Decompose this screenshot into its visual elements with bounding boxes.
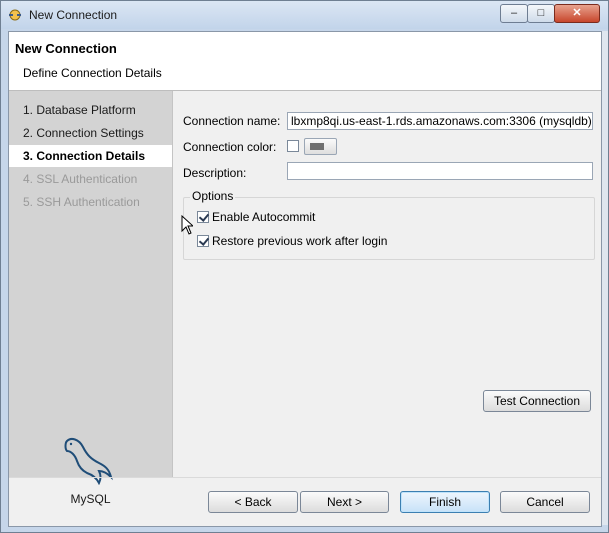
window-title: New Connection <box>29 8 118 22</box>
connection-color-picker[interactable] <box>304 138 337 155</box>
connection-name-label: Connection name: <box>183 114 281 128</box>
minimize-button[interactable]: – <box>500 4 528 23</box>
connection-name-input[interactable]: lbxmp8qi.us-east-1.rds.amazonaws.com:330… <box>287 112 593 130</box>
footer-divider <box>9 477 601 478</box>
page-subtitle: Define Connection Details <box>23 66 162 80</box>
window-scrollbar[interactable] <box>602 31 608 525</box>
step-database-platform[interactable]: 1. Database Platform <box>9 99 172 121</box>
enable-autocommit-label[interactable]: Enable Autocommit <box>212 210 315 224</box>
color-swatch-icon <box>310 143 324 150</box>
dialog-body: New Connection Define Connection Details… <box>8 31 602 527</box>
close-icon: ✕ <box>572 7 582 19</box>
maximize-icon: □ <box>537 7 545 19</box>
connection-details-form: Connection name: lbxmp8qi.us-east-1.rds.… <box>173 91 601 477</box>
connection-color-checkbox[interactable] <box>287 140 299 152</box>
close-button[interactable]: ✕ <box>554 4 600 23</box>
platform-label: MySQL <box>70 492 111 506</box>
options-label: Options <box>190 189 236 203</box>
test-connection-button[interactable]: Test Connection <box>483 390 591 412</box>
title-bar[interactable]: New Connection – □ ✕ <box>1 1 608 29</box>
options-group <box>183 197 595 260</box>
description-input[interactable] <box>287 162 593 180</box>
page-title: New Connection <box>15 41 117 56</box>
back-button[interactable]: < Back <box>208 491 298 513</box>
next-button[interactable]: Next > <box>300 491 389 513</box>
step-connection-settings[interactable]: 2. Connection Settings <box>9 122 172 144</box>
connection-color-label: Connection color: <box>183 140 277 154</box>
restore-work-label[interactable]: Restore previous work after login <box>212 234 387 248</box>
connection-wizard-icon <box>9 9 21 21</box>
mouse-cursor-icon <box>181 215 193 235</box>
enable-autocommit-checkbox[interactable] <box>197 211 209 223</box>
maximize-button[interactable]: □ <box>527 4 555 23</box>
step-connection-details[interactable]: 3. Connection Details <box>9 145 172 167</box>
finish-button[interactable]: Finish <box>400 491 490 513</box>
step-ssl-authentication: 4. SSL Authentication <box>23 172 138 186</box>
step-ssh-authentication: 5. SSH Authentication <box>23 195 140 209</box>
restore-work-checkbox[interactable] <box>197 235 209 247</box>
cancel-button[interactable]: Cancel <box>500 491 590 513</box>
new-connection-window: New Connection – □ ✕ New Connection Defi… <box>0 0 609 533</box>
description-label: Description: <box>183 166 247 180</box>
wizard-steps-panel: 1. Database Platform 2. Connection Setti… <box>9 91 173 506</box>
minimize-icon: – <box>510 7 518 19</box>
wizard-header: New Connection Define Connection Details <box>9 32 601 91</box>
